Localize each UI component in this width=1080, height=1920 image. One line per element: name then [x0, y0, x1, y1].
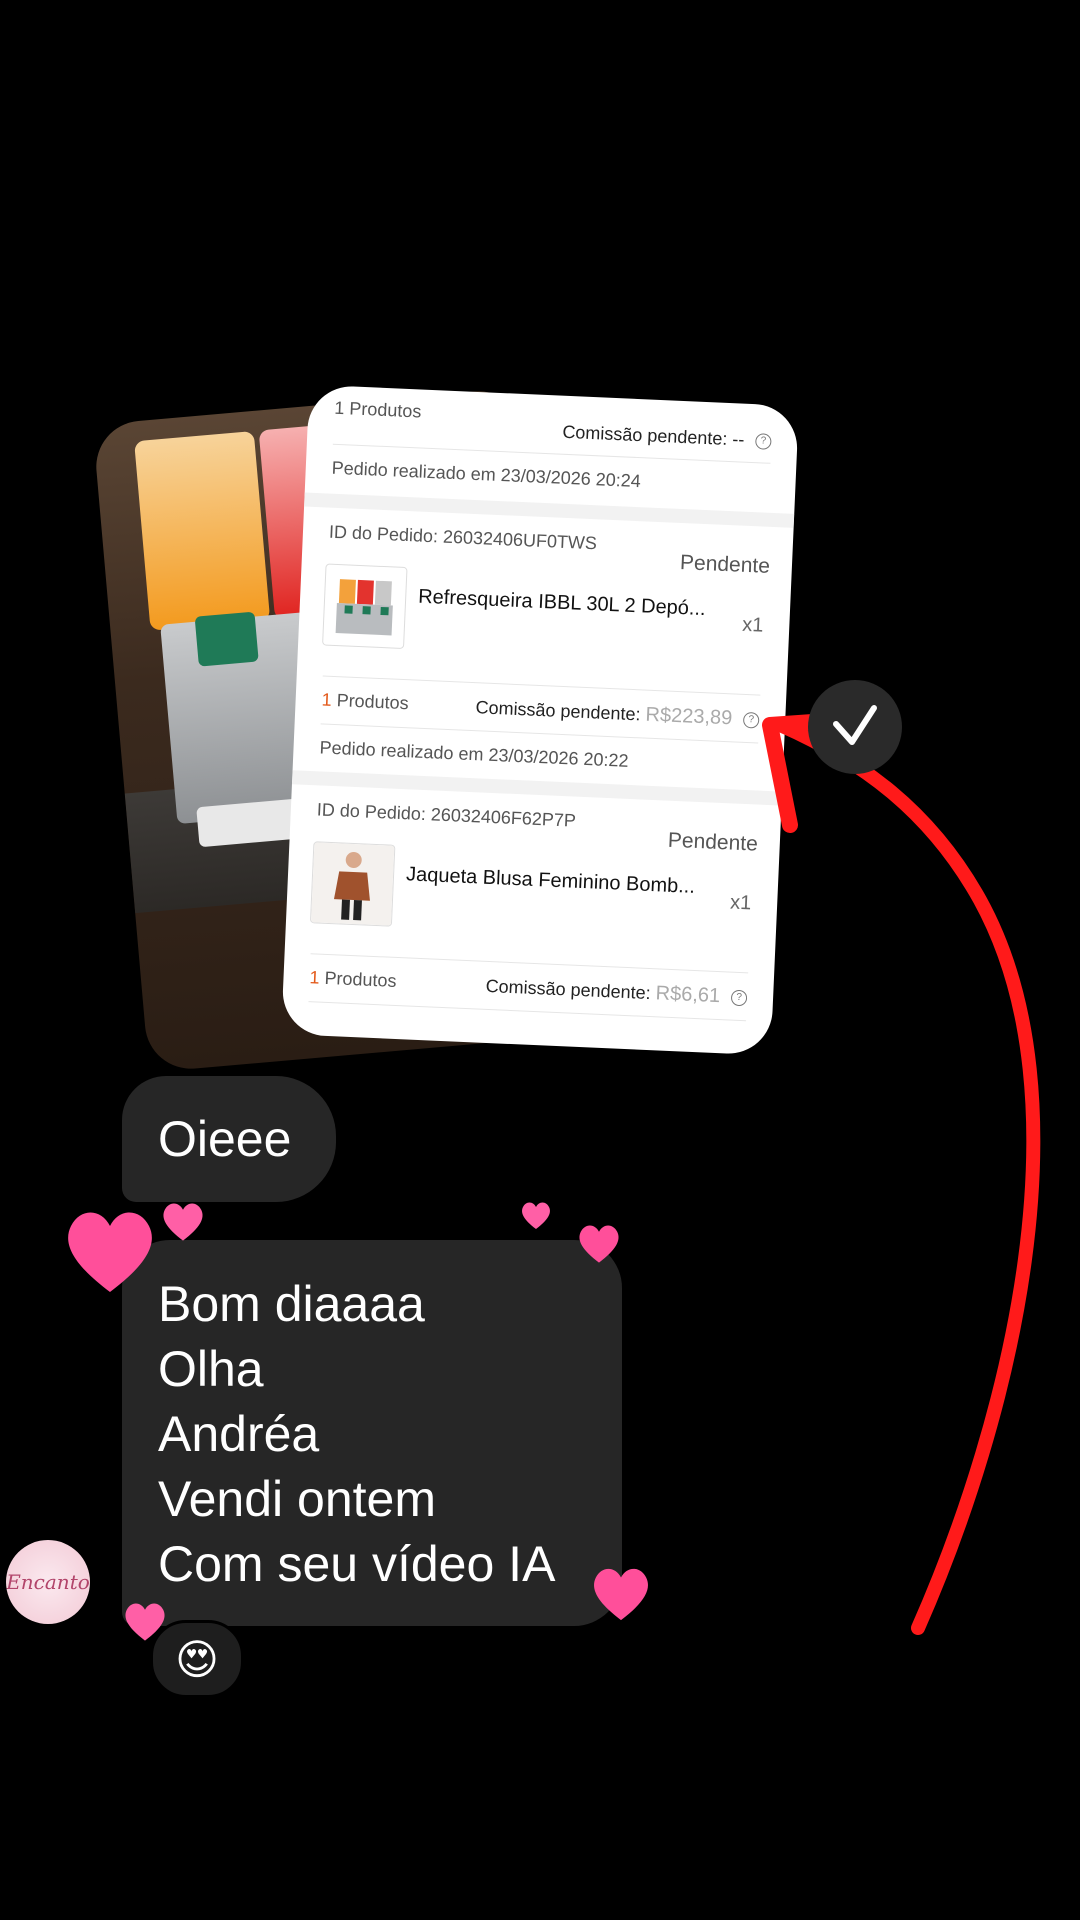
message-line: Bom diaaaa	[158, 1276, 425, 1332]
avatar-logo-text: Encanto	[6, 1570, 90, 1594]
message-reaction[interactable]: 😍	[150, 1620, 244, 1698]
check-reaction-button[interactable]	[808, 680, 902, 774]
message-line: Vendi ontem	[158, 1471, 436, 1527]
message-line: Andréa	[158, 1406, 320, 1462]
message-text: Oieee	[158, 1110, 292, 1167]
message-line: Olha	[158, 1341, 264, 1397]
message-line: Com seu vídeo IA	[158, 1536, 556, 1592]
message-bubble[interactable]: Bom diaaaa Olha Andréa Vendi ontem Com s…	[122, 1240, 622, 1626]
heart-icon	[594, 1568, 648, 1621]
check-icon	[833, 705, 877, 745]
heart-icon	[522, 1202, 550, 1229]
heart-icon	[579, 1225, 619, 1263]
heart-icon	[68, 1212, 152, 1292]
heart-icon	[163, 1203, 203, 1241]
heart-eyes-emoji-icon: 😍	[175, 1635, 219, 1683]
message-bubble[interactable]: Oieee	[122, 1076, 336, 1202]
avatar[interactable]: Encanto	[6, 1540, 90, 1624]
